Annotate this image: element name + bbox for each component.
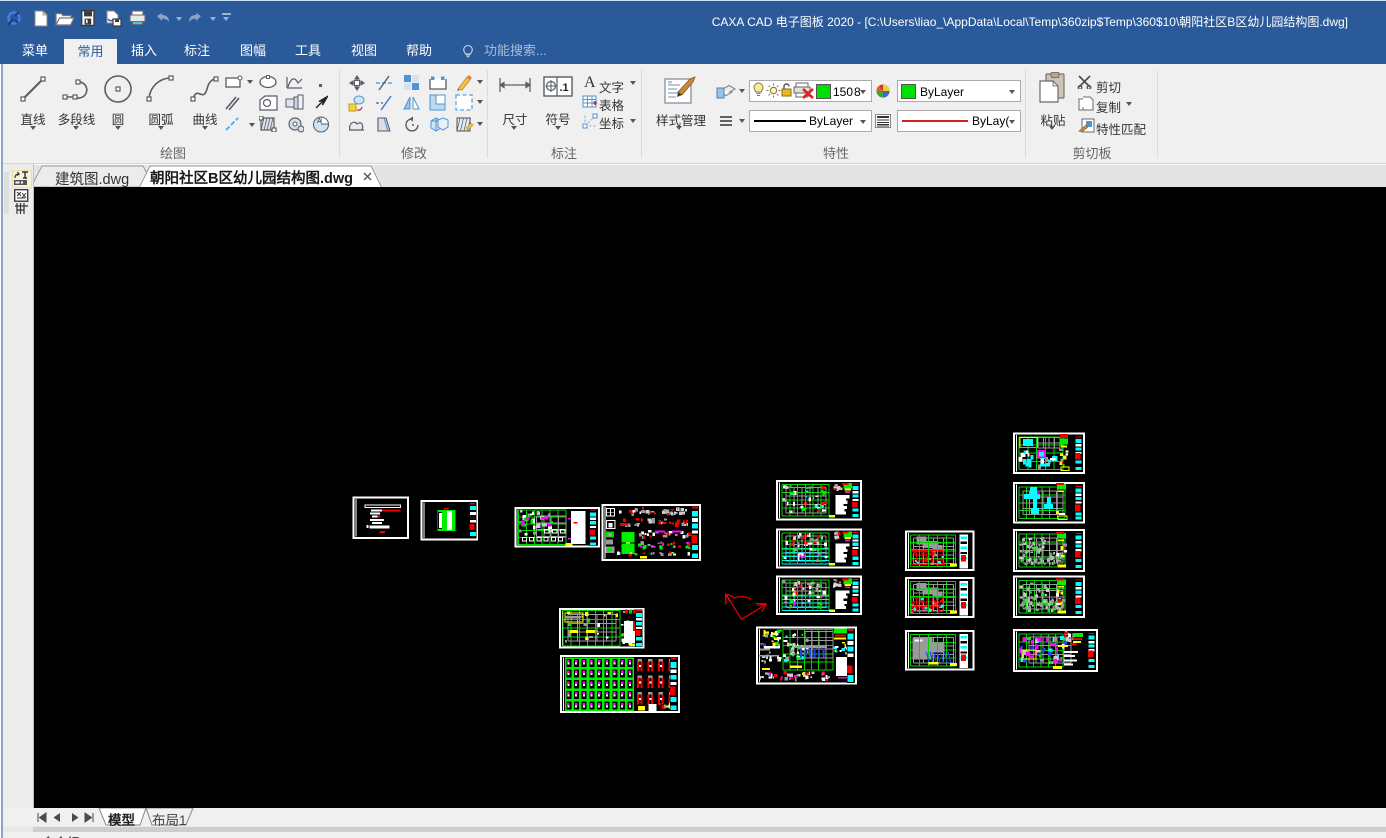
svg-text:.1: .1 [560,82,569,94]
svg-text:A: A [317,118,322,125]
